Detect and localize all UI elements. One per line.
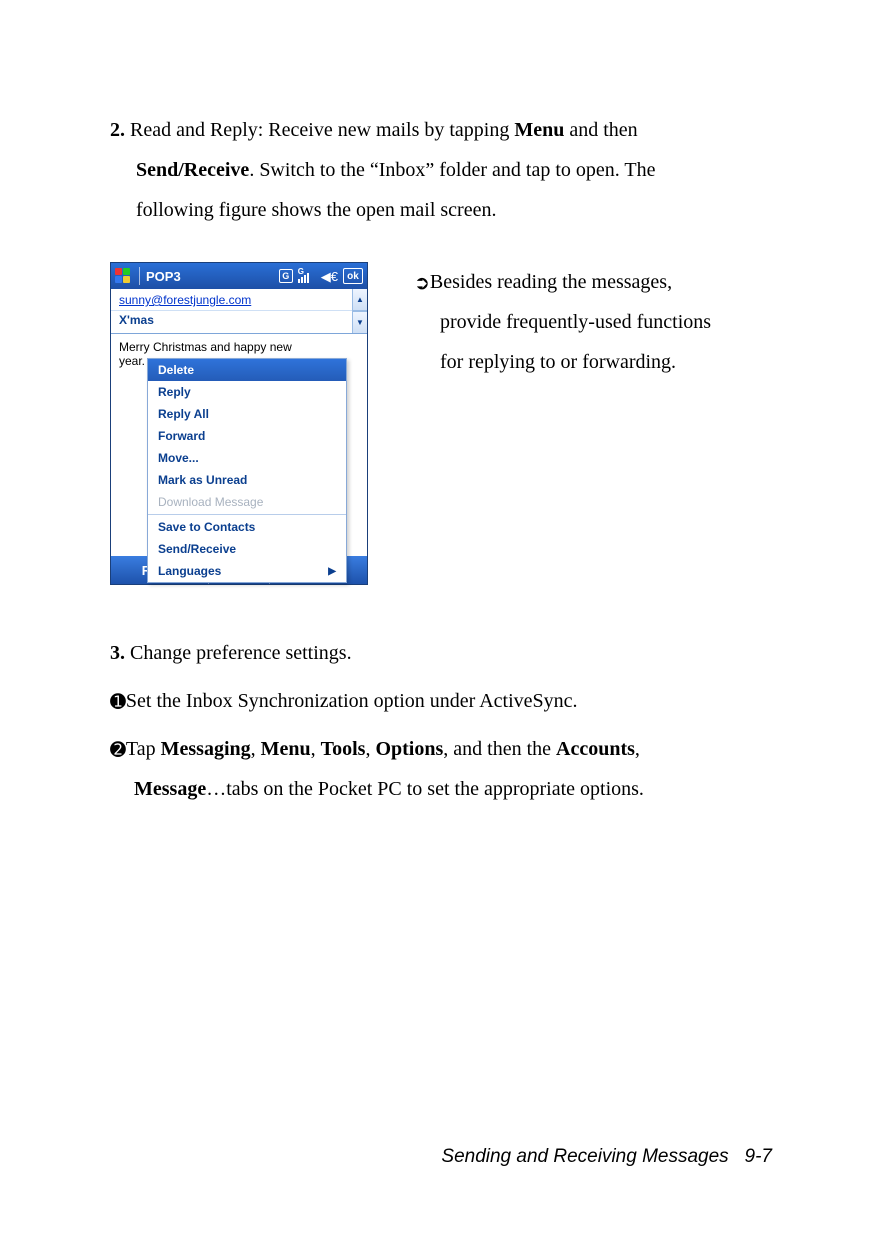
pocket-pc-screenshot: POP3 G G ◀€ ok sunny@ <box>110 262 368 585</box>
menu-item-send-receive[interactable]: Send/Receive <box>148 538 346 560</box>
text: …tabs on the Pocket PC to set the approp… <box>206 778 644 800</box>
context-menu: Delete Reply Reply All Forward Move... M… <box>147 358 347 583</box>
substep-1: ➊Set the Inbox Synchronization option un… <box>110 681 772 721</box>
step-2-paragraph: 2. Read and Reply: Receive new mails by … <box>110 110 772 230</box>
menu-bold: Menu <box>261 738 311 760</box>
title-bar: POP3 G G ◀€ ok <box>111 263 367 289</box>
text: and then <box>564 119 637 141</box>
menu-item-reply-all[interactable]: Reply All <box>148 403 346 425</box>
scroll-down-button[interactable]: ▼ <box>353 311 367 333</box>
page-number: 9-7 <box>745 1146 772 1167</box>
step-3-paragraph: 3. Change preference settings. <box>110 633 772 673</box>
text: Read and Reply: Receive new mails by tap… <box>125 119 514 141</box>
submenu-arrow-icon: ▶ <box>328 566 336 577</box>
menu-item-forward[interactable]: Forward <box>148 425 346 447</box>
text: for replying to or forwarding. <box>414 342 772 382</box>
gprs-icon[interactable]: G <box>279 269 293 283</box>
line: Message…tabs on the Pocket PC to set the… <box>110 769 772 809</box>
signal-icon[interactable]: G <box>298 269 316 283</box>
body-line: Merry Christmas and happy new <box>119 340 359 354</box>
step-3-number: 3. <box>110 642 125 664</box>
menu-item-reply[interactable]: Reply <box>148 381 346 403</box>
tools-bold: Tools <box>321 738 366 760</box>
substep-2: ➋Tap Messaging, Menu, Tools, Options, an… <box>110 729 772 809</box>
text: Tap <box>126 738 161 760</box>
app-title: POP3 <box>146 269 279 284</box>
text: Change preference settings. <box>125 642 352 664</box>
text: , <box>251 738 261 760</box>
menu-item-download-message: Download Message <box>148 491 346 513</box>
footer-title: Sending and Receiving Messages <box>441 1146 728 1167</box>
text: , <box>635 738 640 760</box>
speaker-icon[interactable]: ◀€ <box>321 270 338 283</box>
text: Set the Inbox Synchronization option und… <box>126 690 578 712</box>
start-icon[interactable] <box>115 268 131 284</box>
text: , <box>311 738 321 760</box>
messaging-bold: Messaging <box>161 738 251 760</box>
from-link[interactable]: sunny@forestjungle.com <box>119 293 251 307</box>
mail-body: Merry Christmas and happy new year. Dele… <box>111 334 367 556</box>
text: Besides reading the messages, <box>430 271 672 293</box>
page-footer: Sending and Receiving Messages 9-7 <box>0 1146 772 1168</box>
text: provide frequently-used functions <box>414 302 772 342</box>
menu-separator <box>148 514 346 515</box>
text: , <box>365 738 375 760</box>
line: Send/Receive. Switch to the “Inbox” fold… <box>110 150 772 190</box>
side-note: ➲Besides reading the messages, provide f… <box>414 262 772 382</box>
separator <box>139 267 140 285</box>
subject-field: X'mas <box>111 310 352 332</box>
line: following figure shows the open mail scr… <box>110 190 772 230</box>
menu-bold: Menu <box>514 119 564 141</box>
message-bold: Message <box>134 778 206 800</box>
send-receive-bold: Send/Receive <box>136 159 249 181</box>
menu-item-label: Languages <box>158 564 221 578</box>
arrow-icon: ➲ <box>414 273 430 294</box>
from-field: sunny@forestjungle.com <box>111 289 352 310</box>
menu-item-mark-unread[interactable]: Mark as Unread <box>148 469 346 491</box>
menu-item-save-to-contacts[interactable]: Save to Contacts <box>148 516 346 538</box>
mail-header: sunny@forestjungle.com X'mas ▲ ▼ <box>111 289 367 334</box>
circled-1-icon: ➊ <box>110 692 126 713</box>
menu-item-delete[interactable]: Delete <box>148 359 346 381</box>
accounts-bold: Accounts <box>556 738 635 760</box>
scroll-up-button[interactable]: ▲ <box>353 289 367 311</box>
menu-item-move[interactable]: Move... <box>148 447 346 469</box>
ok-button[interactable]: ok <box>343 268 363 284</box>
circled-2-icon: ➋ <box>110 740 126 761</box>
step-2-number: 2. <box>110 119 125 141</box>
options-bold: Options <box>375 738 443 760</box>
text: , and then the <box>443 738 556 760</box>
text: . Switch to the “Inbox” folder and tap t… <box>249 159 655 181</box>
menu-item-languages[interactable]: Languages ▶ <box>148 560 346 582</box>
